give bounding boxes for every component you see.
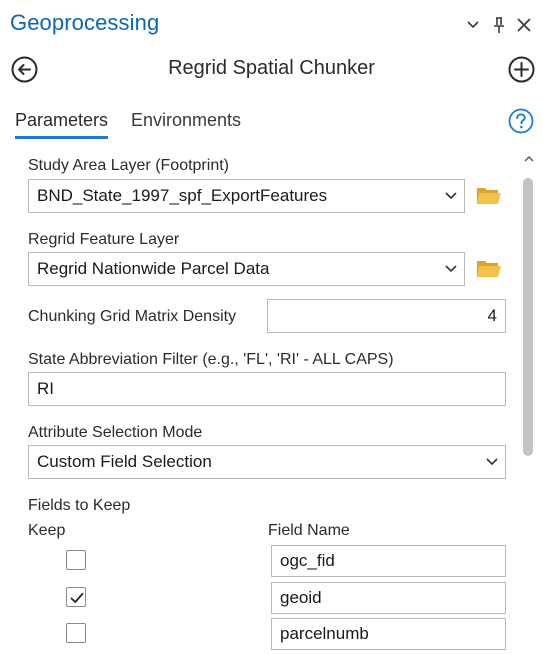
keep-column-header: Keep [28, 522, 66, 539]
close-icon[interactable] [514, 14, 534, 36]
tool-title: Regrid Spatial Chunker [168, 57, 375, 79]
chevron-down-icon [445, 192, 457, 200]
selection-mode-dropdown[interactable]: Custom Field Selection [28, 445, 506, 479]
regrid-layer-value: Regrid Nationwide Parcel Data [37, 259, 270, 278]
field-name-cell[interactable]: ogc_fid [271, 545, 506, 577]
checkmark-icon [70, 592, 84, 603]
add-circle-icon[interactable] [508, 56, 535, 83]
field-name-cell[interactable]: parcelnumb [271, 618, 506, 650]
field-name-cell[interactable]: geoid [271, 582, 506, 614]
tool-header: Regrid Spatial Chunker [0, 48, 543, 90]
tab-environments[interactable]: Environments [131, 110, 241, 136]
pin-icon[interactable] [489, 14, 509, 36]
keep-checkbox-ogc-fid[interactable] [66, 550, 86, 570]
selection-mode-value: Custom Field Selection [37, 452, 212, 471]
geoprocessing-pane: Geoprocessing Regrid Spatial Chunker Par… [0, 0, 543, 655]
selection-mode-label: Attribute Selection Mode [28, 424, 203, 441]
tab-parameters[interactable]: Parameters [15, 110, 109, 139]
regrid-layer-dropdown[interactable]: Regrid Nationwide Parcel Data [28, 252, 465, 286]
scroll-up-icon[interactable] [523, 152, 535, 164]
scrollbar-thumb[interactable] [523, 178, 533, 456]
keep-checkbox-geoid[interactable] [66, 587, 86, 607]
folder-browse-icon[interactable] [476, 184, 502, 206]
study-area-label: Study Area Layer (Footprint) [28, 157, 229, 174]
field-name-column-header: Field Name [268, 522, 350, 539]
keep-checkbox-parcelnumb[interactable] [66, 623, 86, 643]
study-area-dropdown[interactable]: BND_State_1997_spf_ExportFeatures [28, 179, 465, 213]
folder-browse-icon[interactable] [476, 257, 502, 279]
help-icon[interactable] [508, 108, 534, 134]
pane-header: Geoprocessing [0, 0, 543, 48]
chevron-down-icon [486, 458, 498, 466]
chevron-down-icon [445, 265, 457, 273]
study-area-value: BND_State_1997_spf_ExportFeatures [37, 186, 328, 205]
state-filter-label: State Abbreviation Filter (e.g., 'FL', '… [28, 351, 394, 368]
fields-to-keep-label: Fields to Keep [28, 497, 131, 514]
pane-title: Geoprocessing [10, 10, 160, 35]
grid-density-label: Chunking Grid Matrix Density [28, 308, 237, 325]
state-filter-input[interactable]: RI [28, 372, 506, 406]
chevron-down-icon[interactable] [463, 14, 483, 36]
regrid-layer-label: Regrid Feature Layer [28, 231, 180, 248]
tab-strip: Parameters Environments [0, 100, 543, 140]
grid-density-input[interactable]: 4 [267, 299, 506, 333]
